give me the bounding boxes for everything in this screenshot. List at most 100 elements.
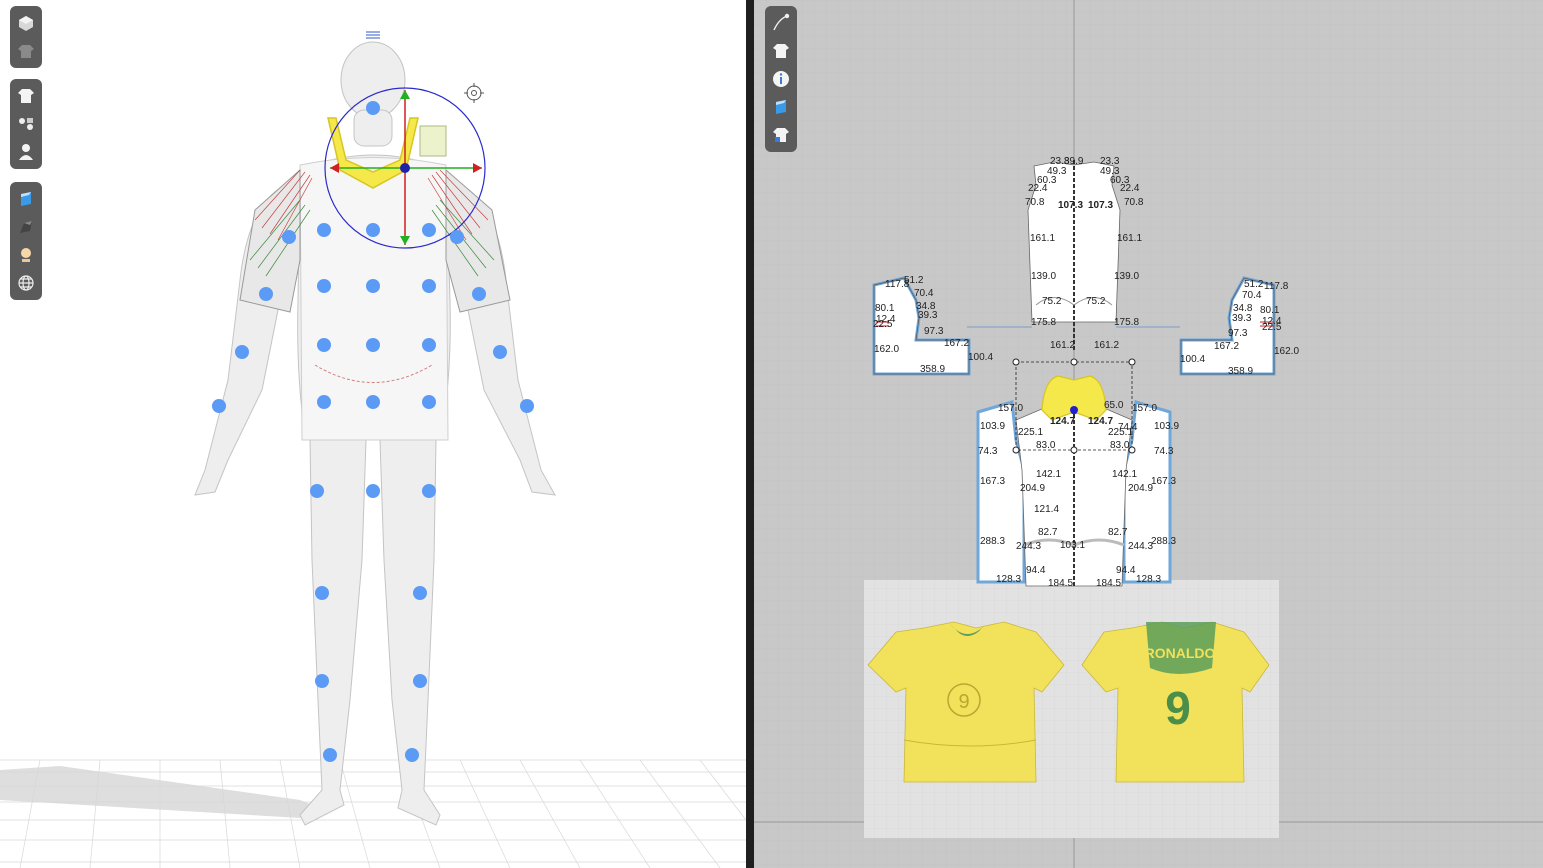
display-garment-icon[interactable]	[12, 37, 40, 65]
target-icon[interactable]	[464, 83, 484, 103]
display-avatar-icon[interactable]	[12, 9, 40, 37]
svg-text:74.3: 74.3	[1154, 446, 1174, 457]
shirt-icon[interactable]	[767, 37, 795, 65]
garment-shirt-icon[interactable]	[12, 82, 40, 110]
svg-text:162.0: 162.0	[1274, 346, 1299, 357]
svg-text:288.3: 288.3	[1151, 536, 1176, 547]
menu-icon[interactable]	[366, 31, 380, 39]
scene-3d[interactable]	[0, 0, 746, 868]
svg-text:70.4: 70.4	[1242, 290, 1262, 301]
svg-text:65.0: 65.0	[1104, 400, 1124, 411]
svg-text:74.4: 74.4	[1118, 422, 1138, 433]
svg-text:225.1: 225.1	[1018, 427, 1043, 438]
toolbar-garment	[10, 79, 42, 169]
back-number: 9	[1165, 682, 1191, 734]
svg-text:82.7: 82.7	[1038, 527, 1058, 538]
garment-home-icon[interactable]	[767, 121, 795, 149]
svg-text:103.9: 103.9	[1154, 421, 1179, 432]
svg-text:358.9: 358.9	[1228, 366, 1253, 377]
svg-text:94.4: 94.4	[1026, 565, 1046, 576]
svg-text:107.3: 107.3	[1088, 200, 1113, 211]
viewport-splitter[interactable]	[746, 0, 754, 868]
svg-text:161.1: 161.1	[1030, 233, 1055, 244]
svg-text:39.3: 39.3	[1232, 313, 1252, 324]
viewport-2d[interactable]: 9 RONALDO 9 23.3 23.3 49.3 49.3 89.9 60.…	[754, 0, 1543, 868]
info-icon[interactable]	[767, 65, 795, 93]
garment-shirt-3d[interactable]	[239, 117, 511, 441]
svg-text:161.1: 161.1	[1117, 233, 1142, 244]
svg-text:22.5: 22.5	[1262, 322, 1282, 333]
svg-text:70.4: 70.4	[914, 288, 934, 299]
svg-text:39.3: 39.3	[918, 310, 938, 321]
surface-icon[interactable]	[12, 213, 40, 241]
svg-text:157.0: 157.0	[998, 403, 1023, 414]
svg-text:22.4: 22.4	[1120, 183, 1140, 194]
svg-text:204.9: 204.9	[1020, 483, 1045, 494]
svg-text:128.3: 128.3	[1136, 574, 1161, 585]
svg-text:82.7: 82.7	[1108, 527, 1128, 538]
svg-text:117.8: 117.8	[885, 279, 910, 290]
toolbar-render	[10, 182, 42, 300]
svg-text:97.3: 97.3	[1228, 328, 1248, 339]
svg-text:94.4: 94.4	[1116, 565, 1136, 576]
globe-icon[interactable]	[12, 269, 40, 297]
svg-text:184.5: 184.5	[1096, 578, 1121, 589]
svg-text:121.4: 121.4	[1034, 504, 1059, 515]
svg-text:124.7: 124.7	[1088, 416, 1113, 427]
svg-text:83.0: 83.0	[1036, 440, 1056, 451]
front-number: 9	[958, 691, 969, 713]
light-icon[interactable]	[12, 241, 40, 269]
app-window: 9 RONALDO 9 23.3 23.3 49.3 49.3 89.9 60.…	[0, 0, 1543, 868]
svg-text:167.3: 167.3	[980, 476, 1005, 487]
svg-text:100.4: 100.4	[968, 352, 993, 363]
svg-text:167.2: 167.2	[944, 338, 969, 349]
svg-text:142.1: 142.1	[1112, 469, 1137, 480]
pen-tool-icon[interactable]	[767, 9, 795, 37]
back-name: RONALDO	[1145, 645, 1216, 661]
svg-text:83.0: 83.0	[1110, 440, 1130, 451]
svg-text:22.4: 22.4	[1028, 183, 1048, 194]
svg-text:117.8: 117.8	[1264, 281, 1289, 292]
svg-text:75.2: 75.2	[1042, 296, 1062, 307]
svg-text:22.5: 22.5	[873, 319, 893, 330]
svg-text:167.2: 167.2	[1214, 341, 1239, 352]
toolbar-2d	[765, 6, 797, 152]
svg-text:157.0: 157.0	[1132, 403, 1157, 414]
svg-text:167.3: 167.3	[1151, 476, 1176, 487]
svg-text:51.2: 51.2	[1244, 279, 1264, 290]
svg-text:103.1: 103.1	[1060, 540, 1085, 551]
pattern-canvas[interactable]: 9 RONALDO 9 23.3 23.3 49.3 49.3 89.9 60.…	[754, 0, 1543, 868]
svg-text:139.0: 139.0	[1031, 271, 1056, 282]
svg-text:162.0: 162.0	[874, 344, 899, 355]
viewport-3d[interactable]	[0, 0, 746, 868]
svg-text:124.7: 124.7	[1050, 416, 1075, 427]
avatar-shadow	[0, 766, 330, 818]
svg-text:184.5: 184.5	[1048, 578, 1073, 589]
svg-text:80.1: 80.1	[1260, 305, 1280, 316]
svg-text:161.2: 161.2	[1050, 340, 1075, 351]
svg-text:89.9: 89.9	[1064, 156, 1084, 167]
avatar-icon[interactable]	[12, 138, 40, 166]
svg-text:139.0: 139.0	[1114, 271, 1139, 282]
svg-text:244.3: 244.3	[1016, 541, 1041, 552]
svg-text:70.8: 70.8	[1124, 197, 1144, 208]
svg-text:80.1: 80.1	[875, 303, 895, 314]
svg-text:204.9: 204.9	[1128, 483, 1153, 494]
svg-text:70.8: 70.8	[1025, 197, 1045, 208]
svg-text:128.3: 128.3	[996, 574, 1021, 585]
svg-text:175.8: 175.8	[1114, 317, 1139, 328]
svg-text:74.3: 74.3	[978, 446, 998, 457]
svg-text:107.3: 107.3	[1058, 200, 1083, 211]
svg-text:358.9: 358.9	[920, 364, 945, 375]
avatar-arrangement-icon[interactable]	[12, 110, 40, 138]
svg-text:288.3: 288.3	[980, 536, 1005, 547]
svg-text:142.1: 142.1	[1036, 469, 1061, 480]
svg-text:161.2: 161.2	[1094, 340, 1119, 351]
svg-text:244.3: 244.3	[1128, 541, 1153, 552]
texture-icon[interactable]	[12, 185, 40, 213]
svg-text:75.2: 75.2	[1086, 296, 1106, 307]
svg-text:175.8: 175.8	[1031, 317, 1056, 328]
texture-icon[interactable]	[767, 93, 795, 121]
reference-image[interactable]: 9 RONALDO 9	[864, 580, 1279, 838]
svg-text:103.9: 103.9	[980, 421, 1005, 432]
